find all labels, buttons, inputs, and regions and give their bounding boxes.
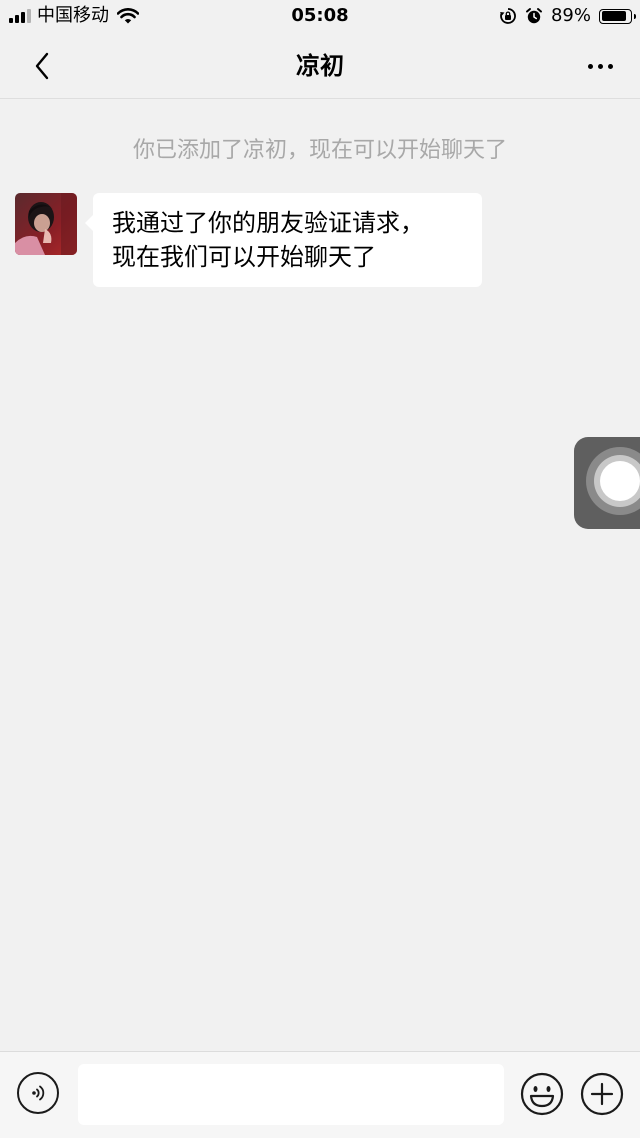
more-functions-button[interactable] <box>580 1072 624 1116</box>
status-bar: 中国移动 05:08 89% <box>0 0 640 34</box>
more-dots-icon <box>587 63 593 69</box>
more-button[interactable] <box>580 50 620 82</box>
alarm-icon <box>525 8 542 24</box>
voice-icon <box>32 1085 45 1101</box>
message-input[interactable] <box>78 1064 504 1125</box>
battery-percent: 89% <box>550 5 591 26</box>
voice-button[interactable] <box>17 1072 59 1114</box>
status-right: 89% <box>499 5 636 27</box>
rotation-lock-icon <box>499 8 516 24</box>
system-message: 你已添加了凉初，现在可以开始聊天了 <box>132 138 507 163</box>
battery-icon <box>599 8 636 24</box>
assistive-touch-button[interactable] <box>574 437 640 529</box>
nav-bar: 凉初 <box>0 34 640 99</box>
message-bubble[interactable]: 我通过了你的朋友验证请求， 现在我们可以开始聊天了 <box>85 193 482 287</box>
avatar-image <box>15 193 77 255</box>
assistive-touch-icon <box>600 461 640 501</box>
plus-icon <box>580 1072 624 1116</box>
avatar[interactable] <box>15 193 77 255</box>
page-title: 凉初 <box>296 52 344 80</box>
message-text: 我通过了你的朋友验证请求， 现在我们可以开始聊天了 <box>112 209 424 271</box>
input-bar <box>0 1051 640 1138</box>
emoji-button[interactable] <box>520 1072 564 1116</box>
emoji-icon <box>520 1072 564 1116</box>
battery-level <box>601 11 627 21</box>
